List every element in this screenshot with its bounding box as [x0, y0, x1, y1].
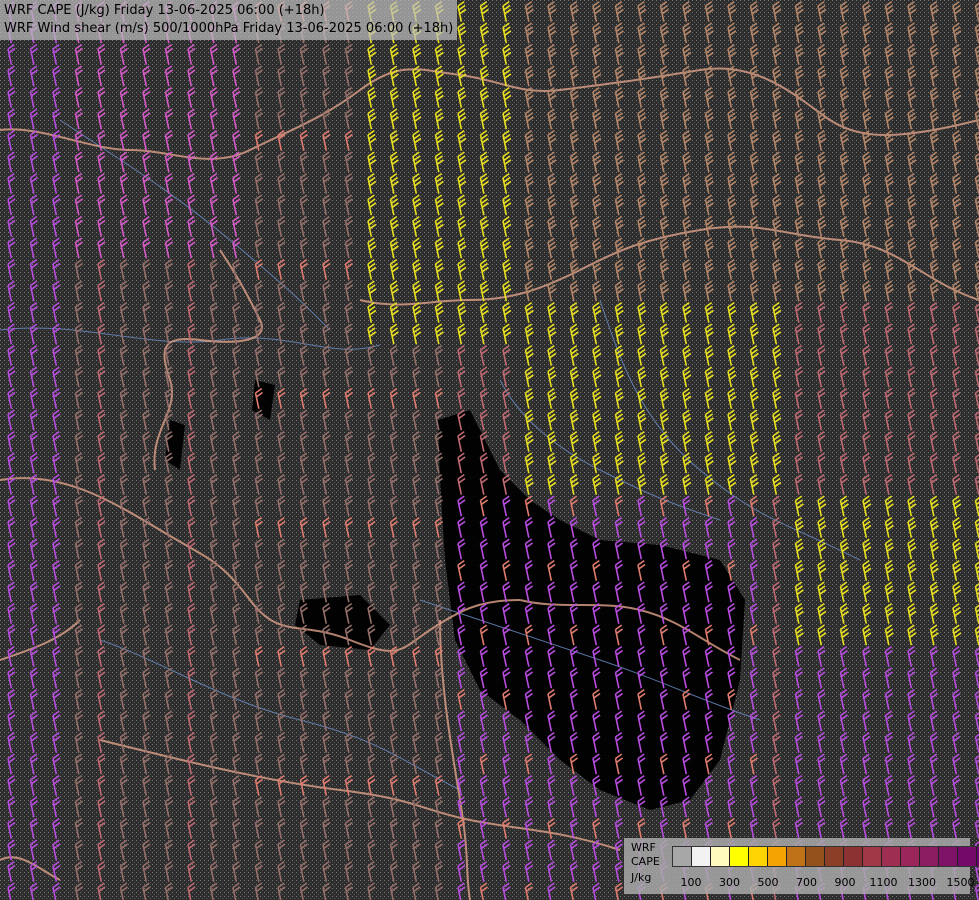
weather-map [0, 0, 979, 900]
